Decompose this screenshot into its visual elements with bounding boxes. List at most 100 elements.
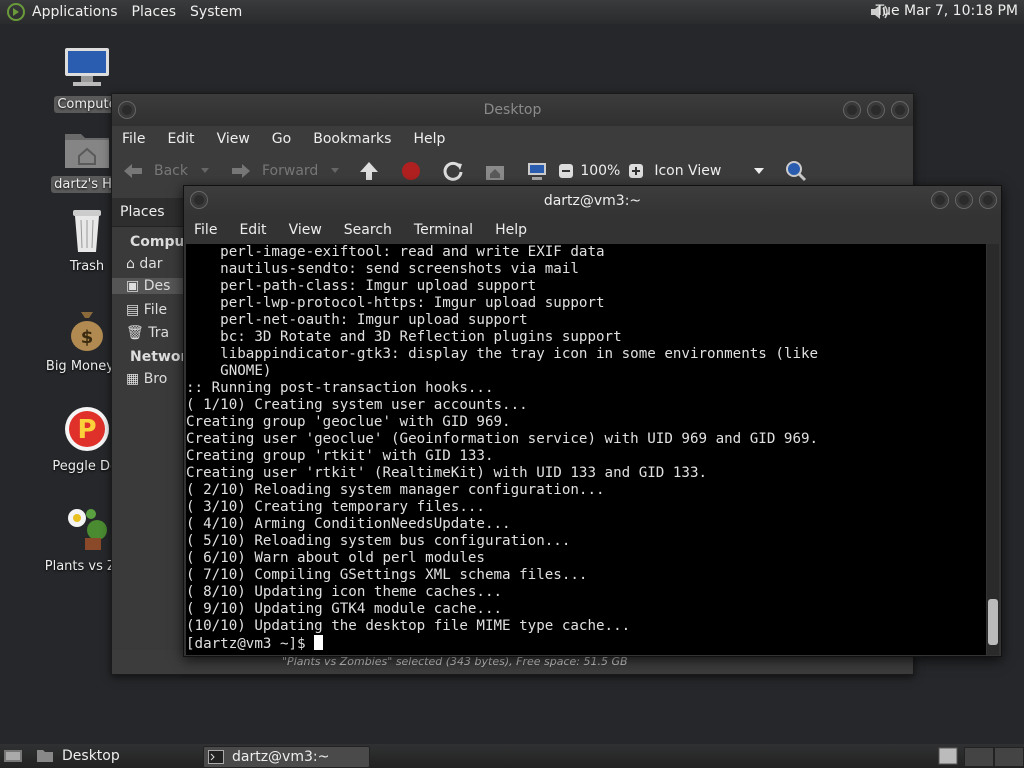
folder-icon [37, 750, 53, 762]
terminal-prompt-line[interactable]: [dartz@vm3 ~]$ [186, 635, 986, 653]
menu-edit[interactable]: Edit [167, 131, 194, 147]
workspace-switcher-icon[interactable] [938, 747, 958, 765]
terminal-line: Creating group 'geoclue' with GID 969. [186, 414, 511, 430]
computer-icon[interactable] [526, 160, 548, 182]
places-label: Places [120, 204, 165, 220]
terminal-line: ( 5/10) Reloading system bus configurati… [186, 533, 571, 549]
system-menu[interactable]: System [190, 4, 242, 20]
terminal-line: ( 7/10) Compiling GSettings XML schema f… [186, 567, 588, 583]
minimize-button[interactable] [931, 191, 949, 209]
maximize-button[interactable] [955, 191, 973, 209]
chevron-down-icon[interactable] [753, 167, 765, 175]
peggle-icon: P [65, 407, 109, 451]
menu-view[interactable]: View [217, 131, 250, 147]
back-button[interactable]: Back [122, 162, 210, 180]
terminal-line: Creating group 'rtkit' with GID 133. [186, 448, 494, 464]
window-menu-button[interactable] [118, 101, 136, 119]
file-manager-titlebar[interactable]: Desktop [112, 94, 913, 126]
window-menu-button[interactable] [190, 191, 208, 209]
zoom-level: 100% [580, 163, 621, 179]
terminal-line: (10/10) Updating the desktop file MIME t… [186, 618, 631, 634]
places-menu[interactable]: Places [132, 4, 177, 20]
network-icon: ▦ [126, 371, 140, 387]
sidebar-item-trash[interactable]: 🗑 Tra [126, 325, 169, 341]
terminal-scrollbar[interactable] [987, 244, 999, 655]
desktop-icon: ▣ [126, 278, 140, 294]
plants-vs-zombies-icon [68, 509, 107, 550]
menu-file[interactable]: File [194, 222, 217, 238]
home-folder-icon [65, 134, 109, 168]
file-manager-menubar: File Edit View Go Bookmarks Help [112, 126, 913, 152]
terminal-line: libappindicator-gtk3: display the tray i… [186, 346, 819, 362]
applications-menu[interactable]: Applications [32, 4, 118, 20]
terminal-line: ( 2/10) Reloading system manager configu… [186, 482, 605, 498]
terminal-line: perl-net-oauth: Imgur upload support [186, 312, 528, 328]
menu-file[interactable]: File [122, 131, 145, 147]
view-mode-select[interactable]: Icon View [654, 163, 721, 179]
terminal-screen[interactable]: perl-image-exiftool: read and write EXIF… [186, 244, 986, 655]
chevron-down-icon [331, 168, 340, 173]
terminal-titlebar[interactable]: dartz@vm3:~ [184, 186, 1001, 216]
forward-arrow-icon [232, 164, 250, 178]
text-cursor [314, 635, 324, 650]
window-title: Desktop [483, 102, 542, 118]
svg-text:P: P [77, 415, 96, 445]
window-title: dartz@vm3:~ [543, 193, 642, 209]
minimize-button[interactable] [843, 101, 861, 119]
sidebar-item-home[interactable]: ⌂ dar [126, 256, 163, 272]
sidebar-item-filesystem[interactable]: ▤ File [126, 302, 167, 318]
svg-text:$: $ [81, 327, 94, 348]
zoom-in-icon[interactable] [628, 163, 644, 179]
maximize-button[interactable] [867, 101, 885, 119]
trash-icon [73, 210, 101, 252]
scrollbar-thumb[interactable] [988, 599, 998, 645]
top-panel: Applications Places System Tue Mar 7, 10… [0, 0, 1024, 24]
taskbar-item-desktop[interactable]: Desktop [36, 746, 196, 766]
zoom-out-icon[interactable] [558, 163, 574, 179]
terminal-line: nautilus-sendto: send screenshots via ma… [186, 261, 579, 277]
terminal-line: ( 4/10) Arming ConditionNeedsUpdate... [186, 516, 511, 532]
forward-button[interactable]: Forward [230, 162, 340, 180]
distro-logo-icon[interactable] [6, 2, 26, 22]
close-button[interactable] [891, 101, 909, 119]
desktop-icon-label: Trash [69, 259, 105, 274]
bottom-panel: Desktop dartz@vm3:~ [0, 744, 1024, 768]
terminal-line: Creating user 'geoclue' (Geoinformation … [186, 431, 819, 447]
terminal-line: perl-lwp-protocol-https: Imgur upload su… [186, 295, 605, 311]
terminal-icon [208, 750, 224, 764]
home-icon[interactable] [484, 160, 506, 182]
close-button[interactable] [979, 191, 997, 209]
clock[interactable]: Tue Mar 7, 10:18 PM [876, 3, 1018, 19]
stop-icon[interactable] [400, 160, 422, 182]
terminal-line: ( 3/10) Creating temporary files... [186, 499, 485, 515]
terminal-line: perl-image-exiftool: read and write EXIF… [186, 244, 605, 260]
shell-prompt: [dartz@vm3 ~]$ [186, 636, 315, 652]
terminal-menubar: File Edit View Search Terminal Help [184, 216, 1001, 244]
menu-go[interactable]: Go [272, 131, 291, 147]
workspace-3[interactable] [994, 747, 1024, 767]
back-arrow-icon [124, 164, 142, 178]
computer-icon [65, 48, 109, 86]
terminal-line: ( 8/10) Updating icon theme caches... [186, 584, 503, 600]
terminal-line: GNOME) [186, 363, 272, 379]
menu-help[interactable]: Help [413, 131, 445, 147]
terminal-line: bc: 3D Rotate and 3D Reflection plugins … [186, 329, 622, 345]
show-desktop-icon[interactable] [3, 748, 23, 764]
up-arrow-icon[interactable] [358, 160, 380, 182]
menu-help[interactable]: Help [495, 222, 527, 238]
taskbar-item-terminal[interactable]: dartz@vm3:~ [203, 746, 370, 768]
search-icon[interactable] [785, 160, 807, 182]
desktop-icon-label: Compute [54, 96, 120, 113]
menu-bookmarks[interactable]: Bookmarks [313, 131, 391, 147]
terminal-output: perl-image-exiftool: read and write EXIF… [186, 244, 986, 635]
sidebar-item-browse-network[interactable]: ▦ Bro [126, 371, 167, 387]
menu-search[interactable]: Search [344, 222, 392, 238]
workspace-2[interactable] [964, 747, 994, 767]
menu-view[interactable]: View [289, 222, 322, 238]
reload-icon[interactable] [442, 160, 464, 182]
terminal-line: ( 6/10) Warn about old perl modules [186, 550, 485, 566]
terminal-line: perl-path-class: Imgur upload support [186, 278, 537, 294]
terminal-line: :: Running post-transaction hooks... [186, 380, 494, 396]
menu-terminal[interactable]: Terminal [414, 222, 473, 238]
menu-edit[interactable]: Edit [239, 222, 266, 238]
